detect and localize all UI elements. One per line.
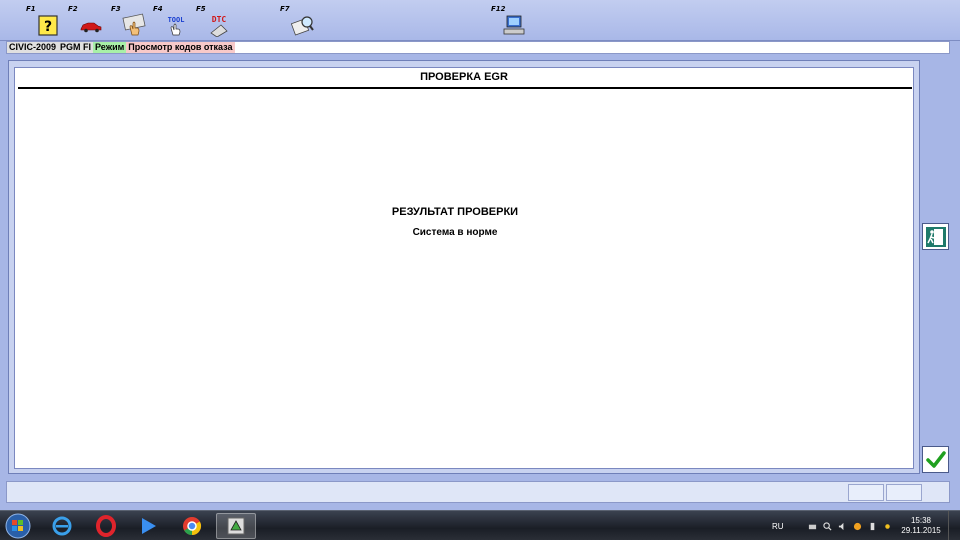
show-desktop-button[interactable] — [948, 511, 960, 540]
title-divider — [18, 87, 912, 89]
function-key-toolbar: F1 ? F2 F3 F4 TOOL F5 DTC F7 F12 — [0, 0, 960, 41]
media-player-icon — [142, 518, 156, 534]
page-title: ПРОВЕРКА EGR — [420, 71, 508, 83]
tool-icon-text: TOOL — [168, 16, 185, 24]
clock[interactable]: 15:38 29.11.2015 — [900, 516, 942, 536]
f1-help-button[interactable]: F1 ? — [25, 5, 63, 38]
f4-tool-button[interactable]: F4 TOOL — [152, 5, 190, 38]
status-line: CIVIC-2009 PGM FI Режим Просмотр кодов отка… — [6, 41, 950, 54]
car-icon — [80, 22, 102, 33]
system-name: PGM FI — [58, 42, 94, 53]
status-cell — [848, 484, 884, 501]
help-icon: ? — [38, 15, 58, 36]
f3-select-button[interactable]: F3 — [110, 5, 148, 38]
language-indicator[interactable]: RU — [772, 522, 784, 531]
result-message: Система в норме — [412, 227, 498, 238]
dtc-icon: DTC — [210, 15, 228, 37]
dtc-icon-text: DTC — [212, 15, 227, 24]
notification-icon[interactable] — [853, 522, 862, 531]
result-heading: РЕЗУЛЬТАТ ПРОВЕРКИ — [391, 206, 519, 218]
bottom-status-bar — [6, 481, 950, 503]
vehicle-model: CIVIC-2009 — [7, 42, 59, 53]
system-tray: RU — [772, 519, 892, 533]
f2-label: F2 — [68, 5, 78, 13]
checkmark-icon — [925, 450, 946, 468]
ok-button[interactable] — [922, 446, 949, 473]
brightness-icon[interactable] — [883, 522, 892, 531]
start-button[interactable] — [4, 513, 32, 539]
status-cell — [886, 484, 922, 501]
chrome-icon — [183, 517, 202, 535]
opera-icon — [96, 515, 116, 537]
exit-door-icon — [925, 226, 946, 247]
taskbar-media-player[interactable] — [128, 513, 168, 539]
tool-icon: TOOL — [168, 16, 185, 36]
f5-dtc-button[interactable]: F5 DTC — [195, 5, 233, 38]
network-icon[interactable] — [808, 522, 817, 531]
taskbar-ie[interactable] — [42, 513, 82, 539]
f7-label: F7 — [280, 5, 290, 13]
windows-taskbar: RU 15:38 29.11.2015 — [0, 510, 960, 540]
f7-search-button[interactable]: F7 — [279, 5, 317, 38]
taskbar-hds-app[interactable] — [216, 513, 256, 539]
volume-icon[interactable] — [838, 522, 847, 531]
internet-explorer-icon — [52, 516, 72, 536]
search-icon[interactable] — [822, 521, 832, 531]
computer-icon — [503, 15, 525, 35]
svg-text:?: ? — [44, 19, 52, 35]
f1-label: F1 — [26, 5, 36, 13]
magnifier-icon — [291, 16, 314, 36]
mode-value: Просмотр кодов отказа — [126, 42, 235, 53]
f2-vehicle-button[interactable]: F2 — [67, 5, 105, 38]
f3-label: F3 — [111, 5, 121, 13]
f5-label: F5 — [196, 5, 206, 13]
f12-label: F12 — [491, 5, 506, 13]
taskbar-opera[interactable] — [86, 513, 126, 539]
test-result-panel: ПРОВЕРКА EGR РЕЗУЛЬТАТ ПРОВЕРКИ Система … — [14, 67, 914, 469]
battery-icon[interactable] — [868, 522, 877, 531]
taskbar-chrome[interactable] — [172, 513, 212, 539]
f12-computer-button[interactable]: F12 — [490, 5, 528, 38]
clock-date: 29.11.2015 — [901, 526, 941, 535]
f4-label: F4 — [153, 5, 163, 13]
exit-button[interactable] — [922, 223, 949, 250]
hds-app-icon — [227, 517, 245, 535]
mode-label: Режим — [93, 42, 127, 53]
clock-time: 15:38 — [910, 516, 932, 525]
touch-icon — [122, 13, 146, 36]
